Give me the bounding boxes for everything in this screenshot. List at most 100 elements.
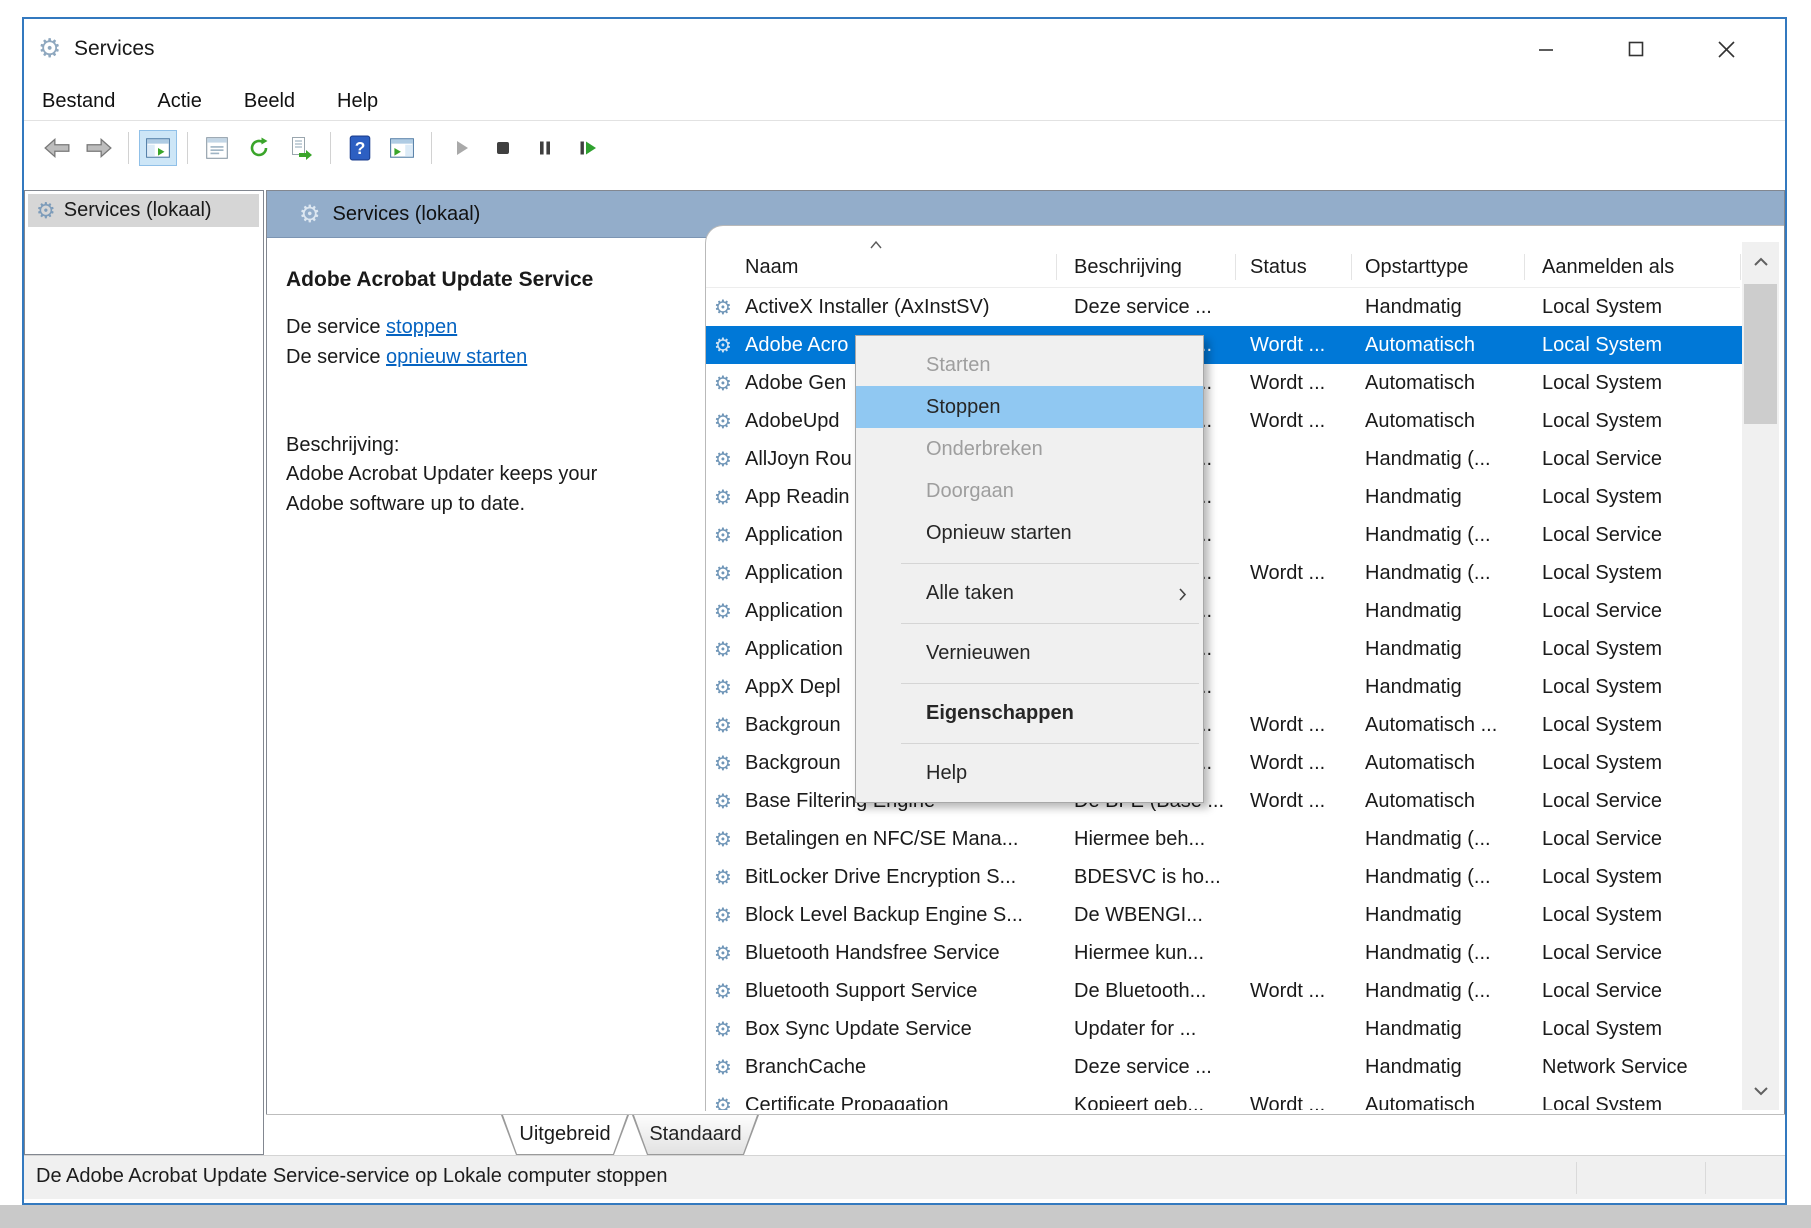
- services-window: ⚙ Services Bestand Actie Beeld Help ? ⚙ Ser…: [22, 17, 1787, 1205]
- stop-service-icon[interactable]: [484, 130, 522, 166]
- service-status-cell: Wordt ...: [1250, 713, 1326, 736]
- context-menu-item-opnieuw-starten[interactable]: Opnieuw starten: [856, 512, 1203, 554]
- vertical-scrollbar[interactable]: [1742, 242, 1779, 1110]
- service-row[interactable]: ⚙ BitLocker Drive Encryption S... BDESVC i…: [706, 858, 1742, 896]
- service-row[interactable]: ⚙ BranchCache Deze service ... Handmatig Net…: [706, 1048, 1742, 1086]
- stop-service-link[interactable]: stoppen: [386, 316, 457, 338]
- toolbar-separator: [128, 131, 129, 164]
- service-gear-icon: ⚙: [714, 790, 732, 813]
- properties-icon[interactable]: [198, 130, 236, 166]
- pause-service-icon[interactable]: [526, 130, 564, 166]
- service-logon-cell: Local System: [1542, 903, 1663, 926]
- view-tab-strip: Uitgebreid Standaard: [266, 1114, 1785, 1155]
- service-gear-icon: ⚙: [714, 524, 732, 547]
- service-description-cell: Deze service ...: [1074, 1055, 1212, 1078]
- toolbar: ?: [24, 120, 1785, 174]
- service-name-cell: Bluetooth Support Service: [745, 979, 978, 1002]
- start-service-icon[interactable]: [442, 130, 480, 166]
- tab-uitgebreid[interactable]: Uitgebreid: [501, 1115, 629, 1155]
- service-status-cell: [1250, 896, 1348, 934]
- service-gear-icon: ⚙: [714, 410, 732, 433]
- window-drop-shadow: [0, 1205, 1811, 1228]
- back-icon[interactable]: [38, 130, 76, 166]
- scrollbar-thumb[interactable]: [1744, 284, 1777, 424]
- scroll-up-button[interactable]: [1742, 242, 1779, 280]
- refresh-icon[interactable]: [240, 130, 278, 166]
- service-startup-cell: Automatisch ...: [1365, 713, 1498, 736]
- restart-service-link[interactable]: opnieuw starten: [386, 346, 527, 368]
- column-separator[interactable]: [1740, 254, 1741, 280]
- service-row[interactable]: ⚙ Bluetooth Handsfree Service Hiermee kun.…: [706, 934, 1742, 972]
- context-menu-item-help[interactable]: Help: [856, 752, 1203, 794]
- column-header-beschrijving[interactable]: Beschrijving: [1056, 248, 1235, 286]
- service-startup-cell: Automatisch: [1365, 1093, 1476, 1111]
- menu-actie[interactable]: Actie: [157, 86, 221, 117]
- service-row[interactable]: ⚙ Bluetooth Support Service De Bluetooth..…: [706, 972, 1742, 1010]
- status-separator: [1576, 1162, 1577, 1194]
- column-header-aanmelden-als[interactable]: Aanmelden als: [1524, 248, 1740, 286]
- service-row[interactable]: ⚙ Block Level Backup Engine S... De WBENGI…: [706, 896, 1742, 934]
- service-logon-cell: Local System: [1542, 371, 1663, 394]
- tree-item-services-local[interactable]: ⚙ Services (lokaal): [28, 194, 259, 227]
- menu-bar: Bestand Actie Beeld Help: [24, 83, 1785, 120]
- pane-header-label: Services (lokaal): [332, 202, 481, 225]
- menu-bestand[interactable]: Bestand: [42, 86, 135, 117]
- toolbar-separator: [431, 131, 432, 164]
- service-name-cell: Box Sync Update Service: [745, 1017, 972, 1040]
- help-icon[interactable]: ?: [341, 130, 379, 166]
- toolbar-separator: [187, 131, 188, 164]
- service-row[interactable]: ⚙ ActiveX Installer (AxInstSV) Deze servic…: [706, 288, 1742, 326]
- service-row[interactable]: ⚙ Box Sync Update Service Updater for ... H…: [706, 1010, 1742, 1048]
- service-name-cell: Bluetooth Handsfree Service: [745, 941, 1000, 964]
- service-logon-cell: Local System: [1542, 561, 1663, 584]
- service-status-cell: [1250, 592, 1348, 630]
- service-row[interactable]: ⚙ Certificate Propagation Kopieert geb... W…: [706, 1086, 1742, 1111]
- column-header-status[interactable]: Status: [1235, 248, 1351, 286]
- scroll-down-button[interactable]: [1742, 1072, 1779, 1110]
- context-menu-item-vernieuwen[interactable]: Vernieuwen: [856, 632, 1203, 674]
- context-menu-item-alle-taken[interactable]: Alle taken: [856, 572, 1203, 614]
- service-row[interactable]: ⚙ Betalingen en NFC/SE Mana... Hiermee beh…: [706, 820, 1742, 858]
- tab-label: Uitgebreid: [502, 1115, 628, 1154]
- menu-beeld[interactable]: Beeld: [244, 86, 315, 117]
- service-status-cell: [1250, 1048, 1348, 1086]
- service-startup-cell: Handmatig: [1365, 599, 1462, 622]
- service-logon-cell: Local System: [1542, 865, 1663, 888]
- minimize-button[interactable]: [1518, 29, 1574, 69]
- services-gear-icon: ⚙: [38, 33, 62, 63]
- context-menu-separator: [856, 614, 1203, 632]
- forward-icon[interactable]: [80, 130, 118, 166]
- column-header-opstarttype[interactable]: Opstarttype: [1351, 248, 1524, 286]
- service-gear-icon: ⚙: [714, 638, 732, 661]
- service-status-cell: Wordt ...: [1250, 371, 1326, 394]
- service-gear-icon: ⚙: [714, 600, 732, 623]
- show-console-tree-icon[interactable]: [139, 129, 177, 166]
- service-logon-cell: Local System: [1542, 637, 1663, 660]
- context-menu-item-eigenschappen[interactable]: Eigenschappen: [856, 692, 1203, 734]
- column-header-naam[interactable]: Naam: [706, 248, 1056, 286]
- service-startup-cell: Handmatig (...: [1365, 941, 1491, 964]
- menu-help[interactable]: Help: [337, 86, 398, 117]
- service-description-cell: Kopieert geb...: [1074, 1093, 1205, 1111]
- title-bar[interactable]: ⚙ Services: [24, 19, 1785, 83]
- service-logon-cell: Local Service: [1542, 447, 1663, 470]
- context-menu-item-stoppen[interactable]: Stoppen: [856, 386, 1203, 428]
- maximize-button[interactable]: [1608, 29, 1664, 69]
- service-status-cell: Wordt ...: [1250, 561, 1326, 584]
- service-startup-cell: Handmatig: [1365, 637, 1462, 660]
- service-logon-cell: Local System: [1542, 675, 1663, 698]
- service-name-cell: BitLocker Drive Encryption S...: [745, 865, 1017, 888]
- context-menu-separator: [856, 734, 1203, 752]
- tab-standaard[interactable]: Standaard: [632, 1115, 759, 1155]
- service-status-cell: Wordt ...: [1250, 979, 1326, 1002]
- service-gear-icon: ⚙: [714, 752, 732, 775]
- export-list-icon[interactable]: [282, 130, 320, 166]
- close-button[interactable]: [1698, 29, 1754, 69]
- toolbar-separator: [330, 131, 331, 164]
- service-name-cell: Block Level Backup Engine S...: [745, 903, 1023, 926]
- show-action-pane-icon[interactable]: [383, 130, 421, 166]
- restart-service-icon[interactable]: [568, 130, 606, 166]
- service-logon-cell: Local Service: [1542, 523, 1663, 546]
- restart-line-prefix: De service: [286, 346, 387, 368]
- service-status-cell: [1250, 934, 1348, 972]
